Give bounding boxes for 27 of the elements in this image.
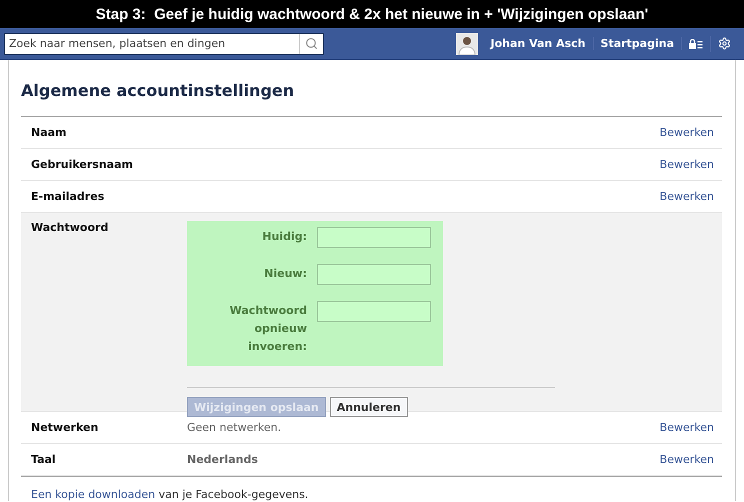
password-field[interactable] bbox=[317, 264, 431, 285]
caption-title: Stap 3: Geef je huidig wachtwoord & 2x het nieuwe in + 'Wijzigingen opslaan' bbox=[0, 0, 744, 28]
cancel-button[interactable]: Annuleren bbox=[330, 397, 408, 417]
edit-link[interactable]: Bewerken bbox=[660, 158, 714, 171]
edit-link[interactable]: Bewerken bbox=[660, 453, 714, 466]
avatar-icon[interactable] bbox=[456, 32, 478, 54]
download-link[interactable]: Een kopie downloaden bbox=[31, 488, 156, 501]
password-field[interactable] bbox=[317, 227, 431, 248]
field-label: Wachtwoord opnieuw invoeren: bbox=[228, 303, 307, 355]
setting-label: Wachtwoord bbox=[31, 221, 110, 234]
edit-link[interactable]: Bewerken bbox=[660, 126, 714, 139]
home-link[interactable]: Startpagina bbox=[594, 37, 682, 50]
field-label: Nieuw: bbox=[263, 266, 307, 282]
setting-value: Nederlands bbox=[187, 453, 258, 466]
setting-label: Naam bbox=[31, 126, 68, 139]
setting-label: Netwerken bbox=[31, 421, 100, 434]
password-field[interactable] bbox=[317, 301, 431, 322]
setting-label: E-mailadres bbox=[31, 190, 106, 203]
field-label: Huidig: bbox=[261, 229, 307, 245]
edit-link[interactable]: Bewerken bbox=[660, 190, 714, 203]
profile-link[interactable]: Johan Van Asch bbox=[484, 37, 594, 50]
setting-label: Gebruikersnaam bbox=[31, 158, 134, 171]
setting-label: Taal bbox=[31, 453, 57, 466]
footer-text: Een kopie downloaden van je Facebook-gegevens. bbox=[21, 476, 722, 502]
edit-link[interactable]: Bewerken bbox=[660, 421, 714, 434]
search-field[interactable]: Zoek naar mensen, plaatsen en dingen bbox=[4, 32, 324, 54]
setting-value: Geen netwerken. bbox=[187, 421, 282, 434]
